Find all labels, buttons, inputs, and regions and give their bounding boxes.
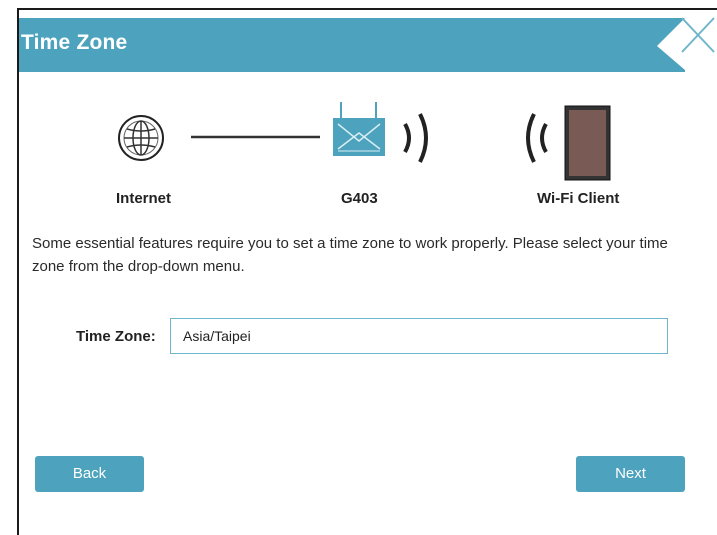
next-button[interactable]: Next xyxy=(576,456,685,492)
timezone-label: Time Zone: xyxy=(76,328,156,345)
device-label: G403 xyxy=(341,190,378,207)
tablet-icon xyxy=(564,105,611,181)
instruction-text: Some essential features require you to s… xyxy=(32,235,668,275)
signal-waves-icon xyxy=(403,113,428,163)
timezone-select[interactable]: Asia/Taipei xyxy=(170,318,668,354)
globe-icon xyxy=(118,115,164,161)
internet-label: Internet xyxy=(116,190,172,207)
back-button[interactable]: Back xyxy=(35,456,144,492)
client-signal-icon xyxy=(526,113,548,163)
client-label: Wi-Fi Client xyxy=(537,190,620,207)
router-icon xyxy=(333,102,385,156)
